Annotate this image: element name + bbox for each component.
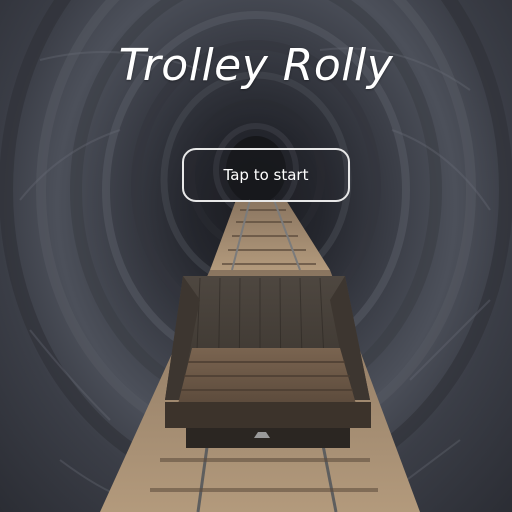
mine-cart xyxy=(165,276,371,448)
start-button-label: Tap to start xyxy=(223,166,309,184)
tap-to-start-button[interactable]: Tap to start xyxy=(182,148,350,202)
game-screen[interactable]: Trolley Rolly Tap to start xyxy=(0,0,512,512)
game-title: Trolley Rolly xyxy=(118,40,394,91)
